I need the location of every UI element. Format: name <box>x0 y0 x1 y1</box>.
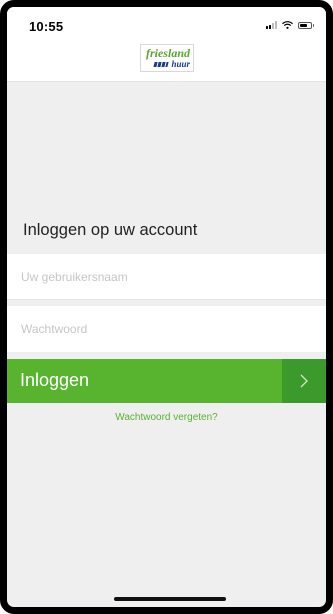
battery-icon <box>298 21 314 29</box>
chevron-right-icon <box>300 374 308 388</box>
status-time: 10:55 <box>29 19 64 34</box>
phone-screen: 10:55 friesland huur Inloggen op uw acco… <box>0 0 333 614</box>
logo-stripes-icon <box>153 62 170 67</box>
login-arrow-button[interactable] <box>282 359 326 403</box>
friesland-huur-logo: friesland huur <box>140 44 194 72</box>
logo-wordmark: friesland <box>145 46 190 60</box>
signal-icon <box>266 21 277 29</box>
login-title: Inloggen op uw account <box>23 221 198 239</box>
login-button[interactable]: Inloggen <box>7 359 326 403</box>
status-icons <box>266 21 314 29</box>
password-input[interactable] <box>7 306 326 352</box>
username-input[interactable] <box>7 254 326 300</box>
wifi-icon <box>282 21 293 29</box>
app-header: friesland huur <box>7 41 326 82</box>
login-button-label: Inloggen <box>20 370 90 390</box>
status-bar: 10:55 <box>7 7 326 41</box>
home-indicator[interactable] <box>114 597 226 601</box>
logo-subline: huur <box>141 60 193 69</box>
logo-subtext: huur <box>171 59 190 69</box>
forgot-password-link[interactable]: Wachtwoord vergeten? <box>7 412 326 423</box>
